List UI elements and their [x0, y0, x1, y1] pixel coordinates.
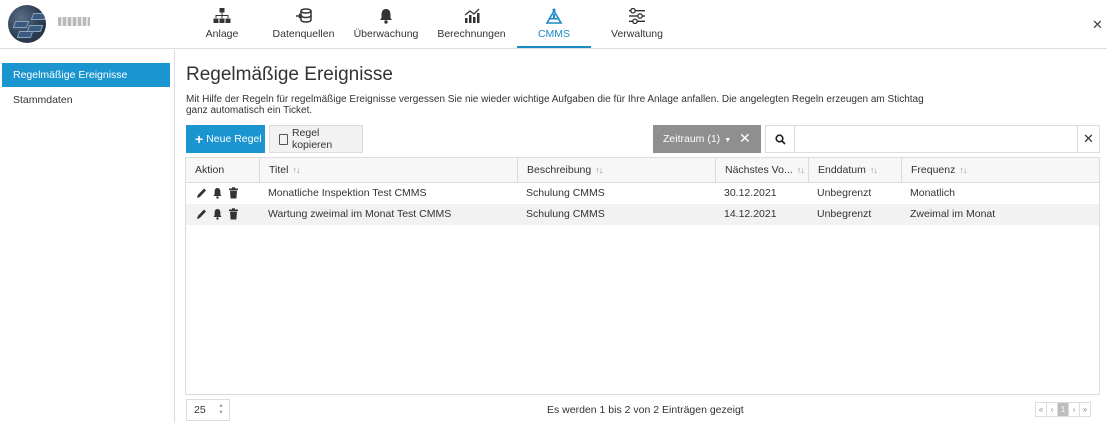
nav-item-berechnungen[interactable]: Berechnungen [426, 0, 517, 48]
nav-item-label: Überwachung [353, 28, 419, 40]
column-header-label: Aktion [195, 164, 225, 176]
cell-frequency: Monatlich [910, 187, 955, 199]
cell-next-occurrence: 14.12.2021 [724, 208, 777, 220]
column-header-naechstes-vorkommen[interactable]: Nächstes Vo... ↑↓ [715, 158, 808, 182]
nav-item-cmms[interactable]: CMMS [517, 0, 591, 48]
bell-icon [380, 9, 392, 24]
trash-icon[interactable] [228, 187, 239, 199]
column-header-frequenz[interactable]: Frequenz ↑↓ [901, 158, 1099, 182]
cell-description: Schulung CMMS [526, 187, 605, 199]
edit-icon[interactable] [196, 208, 207, 220]
sitemap-icon [213, 8, 231, 23]
search-icon [774, 133, 786, 145]
table-row[interactable]: Monatliche Inspektion Test CMMS Schulung… [186, 183, 1099, 204]
spinner-arrows-icon: ▲ ▼ [218, 403, 224, 416]
cell-description: Schulung CMMS [526, 208, 605, 220]
table-header: Aktion Titel ↑↓ Beschreibung ↑↓ Nächstes V… [186, 158, 1099, 183]
period-filter-dropdown[interactable]: Zeitraum (1) ▼ [653, 133, 731, 145]
caret-down-icon: ▼ [724, 137, 732, 144]
pagination-info: Es werden 1 bis 2 von 2 Einträgen gezeig… [547, 404, 744, 416]
period-filter: Zeitraum (1) ▼ ✕ [653, 125, 761, 153]
sidebar-item-stammdaten[interactable]: Stammdaten [2, 88, 170, 112]
cell-frequency: Zweimal im Monat [910, 208, 996, 220]
nav-item-ueberwachung[interactable]: Überwachung [346, 0, 426, 48]
nav-item-label: Anlage [205, 28, 239, 40]
close-icon[interactable]: ✕ [1092, 17, 1103, 33]
column-header-beschreibung[interactable]: Beschreibung ↑↓ [517, 158, 715, 182]
cell-title: Wartung zweimal im Monat Test CMMS [268, 208, 452, 220]
sliders-icon [629, 8, 645, 24]
page-title: Regelmäßige Ereignisse [186, 64, 393, 85]
company-logo[interactable] [8, 5, 46, 43]
cell-end-date: Unbegrenzt [817, 187, 872, 199]
table-row[interactable]: Wartung zweimal im Monat Test CMMS Schul… [186, 204, 1099, 225]
clear-search-icon[interactable]: ✕ [1078, 125, 1100, 153]
pagination: « ‹ 1 › » [1035, 402, 1091, 417]
plus-icon: + [195, 131, 204, 147]
cell-title: Monatliche Inspektion Test CMMS [268, 187, 427, 199]
column-header-label: Titel [269, 164, 289, 176]
new-rule-label: Neue Regel [206, 133, 262, 145]
row-actions [196, 208, 239, 220]
nav-item-label: Verwaltung [611, 28, 663, 40]
copy-icon [279, 133, 288, 145]
copy-rule-button[interactable]: Regel kopieren [269, 125, 363, 153]
page-description: Mit Hilfe der Regeln für regelmäßige Ere… [186, 94, 924, 116]
last-page-button[interactable]: » [1079, 402, 1091, 417]
sort-icon: ↑↓ [959, 165, 967, 175]
sidebar-item-regelmaessige-ereignisse[interactable]: Regelmäßige Ereignisse [2, 63, 170, 87]
tools-icon [545, 8, 563, 24]
page-size-select[interactable]: 25 ▲ ▼ [186, 399, 230, 421]
new-rule-button[interactable]: + Neue Regel [186, 125, 265, 153]
cell-end-date: Unbegrenzt [817, 208, 872, 220]
nav-item-label: Berechnungen [437, 28, 506, 40]
column-header-label: Beschreibung [527, 164, 592, 176]
sidebar: Regelmäßige Ereignisse Stammdaten [0, 50, 175, 423]
bell-icon[interactable] [212, 187, 223, 199]
column-header-enddatum[interactable]: Enddatum ↑↓ [808, 158, 901, 182]
sort-icon: ↑↓ [869, 165, 878, 175]
period-filter-label: Zeitraum (1) [663, 133, 721, 145]
cell-next-occurrence: 30.12.2021 [724, 187, 777, 199]
nav-item-label: CMMS [537, 28, 571, 40]
column-header-label: Enddatum [818, 164, 866, 176]
edit-icon[interactable] [196, 187, 207, 199]
page-size-value: 25 [194, 404, 206, 416]
copy-rule-label: Regel kopieren [291, 127, 333, 151]
column-header-label: Nächstes Vo... [725, 164, 793, 176]
top-navigation-bar: Anlage Datenquellen Überwachung Berechnu… [0, 0, 1107, 49]
column-header-aktion: Aktion [186, 158, 259, 182]
main-nav: Anlage Datenquellen Überwachung Berechnu… [183, 0, 683, 49]
nav-item-datenquellen[interactable]: Datenquellen [261, 0, 346, 48]
chart-icon [464, 8, 479, 23]
row-actions [196, 187, 239, 199]
search-input[interactable] [794, 125, 1078, 153]
sort-icon: ↑↓ [796, 165, 805, 175]
trash-icon[interactable] [228, 208, 239, 220]
sort-icon: ↑↓ [292, 165, 300, 175]
sort-icon: ↑↓ [595, 165, 603, 175]
bell-icon[interactable] [212, 208, 223, 220]
rules-table: Aktion Titel ↑↓ Beschreibung ↑↓ Nächstes V… [185, 157, 1100, 395]
column-header-label: Frequenz [911, 164, 956, 176]
nav-item-verwaltung[interactable]: Verwaltung [591, 0, 683, 48]
column-header-titel[interactable]: Titel ↑↓ [259, 158, 517, 182]
data-source-icon [295, 8, 312, 23]
nav-item-anlage[interactable]: Anlage [183, 0, 261, 48]
nav-item-label: Datenquellen [272, 28, 335, 40]
brand-name-blurred [58, 17, 90, 26]
remove-filter-icon[interactable]: ✕ [739, 131, 751, 145]
search-button[interactable] [765, 125, 794, 153]
